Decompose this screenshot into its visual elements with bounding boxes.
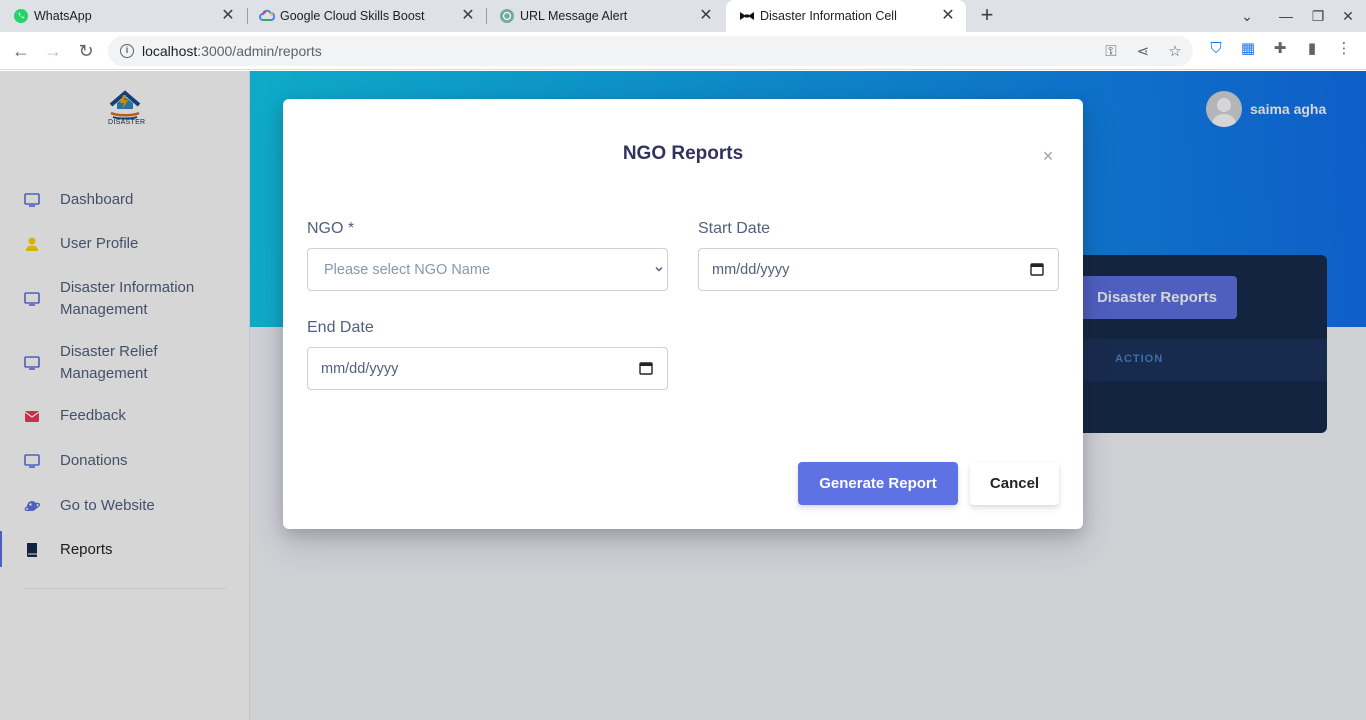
end-date-input[interactable]: mm/dd/yyyy <box>307 347 668 390</box>
ngo-select[interactable]: Please select NGO Name <box>307 248 668 291</box>
back-icon[interactable]: ← <box>10 40 32 62</box>
site-info-icon[interactable]: i <box>120 44 134 58</box>
start-date-input[interactable]: mm/dd/yyyy <box>698 248 1059 291</box>
tab-search-icon[interactable]: ⌄ <box>1237 6 1257 26</box>
ngo-reports-modal: NGO Reports × NGO * Please select NGO Na… <box>283 99 1083 529</box>
tab-title: Google Cloud Skills Boost <box>280 9 425 23</box>
puzzle-extensions-icon[interactable]: ✚ <box>1271 40 1289 58</box>
new-tab-button[interactable]: + <box>976 4 998 27</box>
url-path: :3000/admin/reports <box>197 43 322 59</box>
close-tab-icon[interactable]: ✕ <box>696 6 716 26</box>
chatgpt-icon <box>500 9 514 23</box>
minimize-icon[interactable]: — <box>1276 6 1296 26</box>
shield-extension-icon[interactable]: ⛉ <box>1207 40 1225 58</box>
browser-toolbar: ← → ↻ i localhost:3000/admin/reports ⚿ ⋖… <box>0 32 1366 70</box>
key-icon[interactable]: ⚿ <box>1102 43 1120 61</box>
start-date-label: Start Date <box>698 220 771 237</box>
ngo-label: NGO * <box>307 220 355 237</box>
whatsapp-icon <box>14 9 28 23</box>
tab-url-message-alert[interactable]: URL Message Alert ✕ <box>486 0 724 32</box>
tab-title: Disaster Information Cell <box>760 9 897 23</box>
close-tab-icon[interactable]: ✕ <box>938 6 958 26</box>
google-cloud-icon <box>259 9 275 21</box>
url-text[interactable]: localhost:3000/admin/reports <box>142 43 322 59</box>
share-icon[interactable]: ⋖ <box>1134 43 1152 61</box>
menu-kebab-icon[interactable]: ⋮ <box>1335 40 1353 58</box>
reload-icon[interactable]: ↻ <box>75 40 97 62</box>
app-root: DISASTER Dashboard User Profile Disaster… <box>0 71 1366 720</box>
cancel-button[interactable]: Cancel <box>970 462 1059 505</box>
forward-icon[interactable]: → <box>42 40 64 62</box>
bookmark-star-icon[interactable]: ☆ <box>1166 43 1184 61</box>
grid-extension-icon[interactable]: ▦ <box>1239 40 1257 58</box>
bowtie-icon <box>740 12 754 20</box>
restore-icon[interactable]: ❐ <box>1308 6 1328 26</box>
close-window-icon[interactable]: ✕ <box>1338 6 1358 26</box>
close-icon[interactable]: × <box>1041 147 1055 165</box>
tab-title: WhatsApp <box>34 9 92 23</box>
close-tab-icon[interactable]: ✕ <box>458 6 478 26</box>
start-date-placeholder: mm/dd/yyyy <box>712 262 790 278</box>
tab-disaster-information-cell[interactable]: Disaster Information Cell ✕ <box>726 0 966 32</box>
url-host: localhost <box>142 43 198 59</box>
close-tab-icon[interactable]: ✕ <box>218 6 238 26</box>
tab-google-cloud[interactable]: Google Cloud Skills Boost ✕ <box>246 0 486 32</box>
modal-title: NGO Reports <box>622 143 744 164</box>
calendar-icon[interactable] <box>1030 262 1044 276</box>
tab-title: URL Message Alert <box>520 9 628 23</box>
calendar-icon[interactable] <box>639 361 653 375</box>
side-panel-icon[interactable]: ▮ <box>1303 40 1321 58</box>
chevron-down-icon <box>655 266 663 272</box>
generate-report-button[interactable]: Generate Report <box>798 462 958 505</box>
end-date-label: End Date <box>307 319 374 336</box>
browser-tabstrip: WhatsApp ✕ Google Cloud Skills Boost ✕ U… <box>0 0 1366 32</box>
address-bar[interactable]: i localhost:3000/admin/reports ⚿ ⋖ ☆ <box>108 36 1193 66</box>
end-date-placeholder: mm/dd/yyyy <box>321 361 399 377</box>
tab-whatsapp[interactable]: WhatsApp ✕ <box>0 0 246 32</box>
ngo-select-placeholder: Please select NGO Name <box>324 262 491 278</box>
